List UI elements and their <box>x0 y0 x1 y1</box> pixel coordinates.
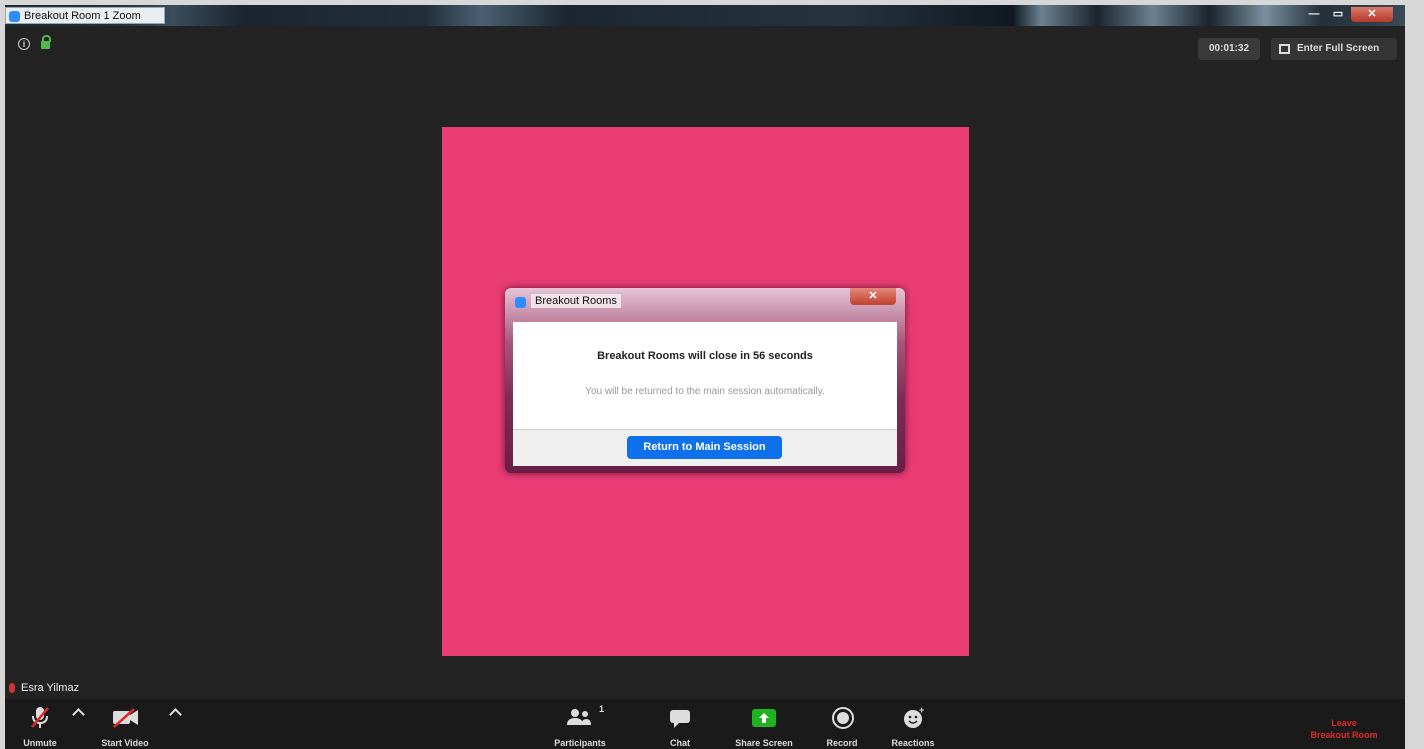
dialog-message: You will be returned to the main session… <box>585 386 825 397</box>
chat-label: Chat <box>670 738 690 748</box>
unmute-label: Unmute <box>23 738 57 748</box>
share-screen-icon <box>752 709 776 727</box>
window-title-bar: Breakout Room 1 Zoom — ▭ ✕ <box>5 5 1405 26</box>
chat-button[interactable]: Chat <box>660 699 700 749</box>
leave-label-line1: Leave <box>1331 718 1357 728</box>
start-video-label: Start Video <box>101 738 149 748</box>
fullscreen-icon <box>1279 44 1290 54</box>
close-window-button[interactable]: ✕ <box>1351 7 1393 22</box>
enter-full-screen-button[interactable]: Enter Full Screen <box>1271 38 1397 60</box>
minimize-button[interactable]: — <box>1303 7 1325 22</box>
window-title-box: Breakout Room 1 Zoom <box>5 7 165 24</box>
dialog-title: Breakout Rooms <box>531 294 621 308</box>
dialog-title-bar: Breakout Rooms ✕ <box>505 288 905 316</box>
start-video-button[interactable]: Start Video <box>90 699 160 749</box>
participants-label: Participants <box>554 738 606 748</box>
share-screen-label: Share Screen <box>735 738 793 748</box>
muted-microphone-icon <box>31 707 49 728</box>
dialog-close-button[interactable]: ✕ <box>850 288 896 305</box>
record-button[interactable]: Record <box>820 699 865 749</box>
share-screen-button[interactable]: Share Screen <box>729 699 799 749</box>
record-icon <box>832 707 854 729</box>
video-options-chevron-icon[interactable] <box>169 708 182 721</box>
audio-options-chevron-icon[interactable] <box>72 708 85 721</box>
meeting-info-icon[interactable]: i <box>18 38 30 50</box>
participant-name: Esra Yilmaz <box>21 682 80 694</box>
zoom-app-icon <box>9 11 20 22</box>
participants-icon <box>567 709 591 725</box>
dialog-body: Breakout Rooms will close in 56 seconds … <box>513 322 897 429</box>
maximize-button[interactable]: ▭ <box>1327 7 1349 22</box>
reactions-emoji-icon: + <box>904 706 924 728</box>
return-to-main-session-button[interactable]: Return to Main Session <box>627 436 782 459</box>
zoom-dialog-icon <box>515 297 526 308</box>
encryption-lock-icon[interactable] <box>41 35 51 49</box>
video-off-icon <box>113 708 138 728</box>
svg-text:+: + <box>919 706 924 715</box>
dialog-footer: Return to Main Session <box>513 429 897 466</box>
participants-count: 1 <box>599 704 605 714</box>
breakout-rooms-dialog: Breakout Rooms ✕ Breakout Rooms will clo… <box>505 288 905 473</box>
meeting-toolbar: Unmute Start Video 1 Participants Chat S… <box>5 699 1405 749</box>
meeting-timer: 00:01:32 <box>1198 38 1260 60</box>
leave-label-line2: Breakout Room <box>1310 730 1378 740</box>
reactions-label: Reactions <box>891 738 935 748</box>
window-title: Breakout Room 1 Zoom <box>24 10 141 22</box>
participants-button[interactable]: 1 Participants <box>545 699 615 749</box>
fullscreen-label: Enter Full Screen <box>1297 43 1380 54</box>
record-label: Record <box>826 738 858 748</box>
dialog-heading: Breakout Rooms will close in 56 seconds <box>597 350 813 362</box>
leave-breakout-room-button[interactable]: Leave Breakout Room <box>1289 699 1399 749</box>
chat-icon <box>670 710 690 728</box>
reactions-button[interactable]: + Reactions <box>883 699 943 749</box>
muted-mic-icon <box>9 683 15 693</box>
unmute-button[interactable]: Unmute <box>15 699 65 749</box>
zoom-meeting-window: Breakout Room 1 Zoom — ▭ ✕ i 00:01:32 En… <box>5 5 1405 749</box>
